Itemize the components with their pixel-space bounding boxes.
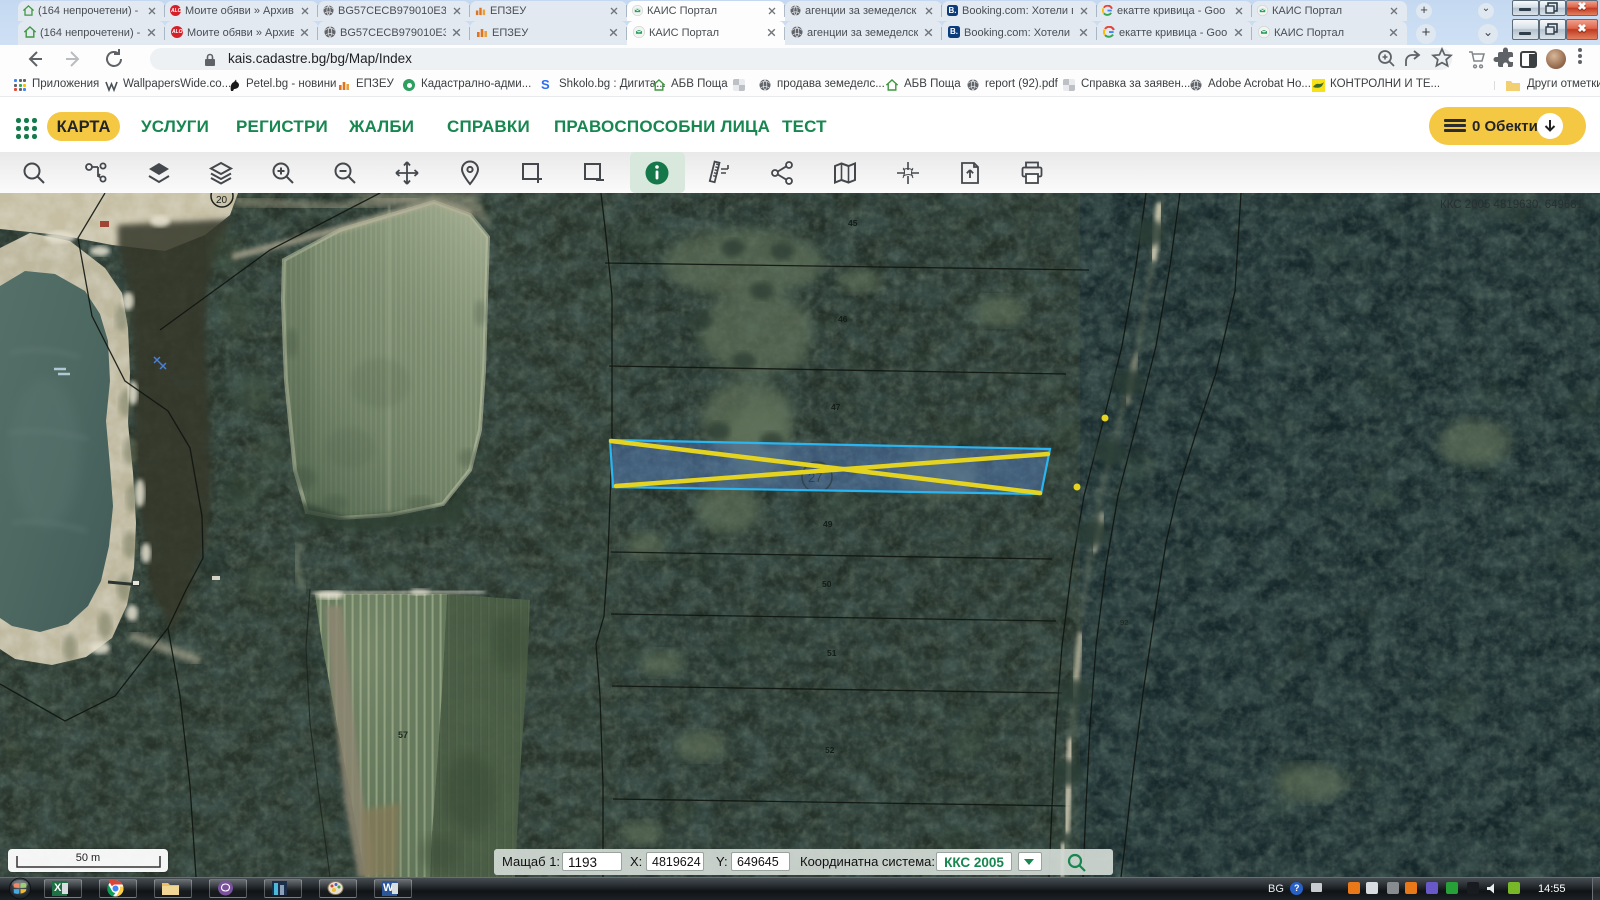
- svg-text:20: 20: [216, 195, 228, 206]
- svg-text:46: 46: [838, 314, 848, 324]
- svg-text:45: 45: [848, 218, 858, 228]
- svg-text:50: 50: [822, 579, 832, 589]
- svg-text:ККС 2005 4819630, 649681: ККС 2005 4819630, 649681: [1440, 199, 1583, 211]
- svg-text:52: 52: [825, 745, 835, 755]
- svg-text:47: 47: [831, 402, 841, 412]
- svg-text:92: 92: [1120, 618, 1128, 627]
- svg-text:57: 57: [398, 730, 408, 740]
- svg-text:49: 49: [823, 519, 833, 529]
- svg-text:51: 51: [827, 648, 837, 658]
